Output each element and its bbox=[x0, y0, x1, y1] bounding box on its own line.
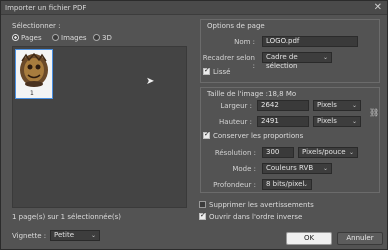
radio-pages-label: Pages bbox=[21, 34, 42, 42]
open-reverse-box[interactable] bbox=[199, 211, 206, 220]
crop-value: Cadre de sélection bbox=[266, 53, 298, 70]
suppress-warnings-label: Supprimer les avertissements bbox=[209, 201, 314, 209]
resolution-value: 300 bbox=[266, 148, 280, 156]
crop-select[interactable]: Cadre de sélection ⌄ bbox=[262, 52, 332, 70]
page-thumbnail[interactable]: 1 bbox=[15, 49, 53, 99]
width-unit-select[interactable]: Pixels ⌄ bbox=[313, 100, 361, 111]
chevron-down-icon: ⌄ bbox=[351, 118, 357, 125]
name-value: LOGO.pdf bbox=[266, 37, 300, 45]
radio-images-label: Images bbox=[61, 34, 87, 42]
page-thumbnails-panel[interactable]: 1 ➤ bbox=[12, 46, 187, 208]
resolution-unit-select[interactable]: Pixels/pouce ⌄ bbox=[298, 147, 358, 158]
constrain-checkbox[interactable]: Conserver les proportions bbox=[203, 130, 304, 140]
name-field[interactable]: LOGO.pdf bbox=[262, 36, 358, 47]
width-unit: Pixels bbox=[317, 101, 337, 109]
width-label: Largeur : bbox=[220, 102, 252, 110]
height-field[interactable]: 2491 bbox=[257, 116, 309, 127]
cancel-button[interactable]: Annuler bbox=[337, 232, 383, 245]
height-value: 2491 bbox=[261, 117, 279, 125]
resolution-label: Résolution : bbox=[214, 149, 256, 157]
depth-label: Profondeur : bbox=[213, 181, 256, 189]
resolution-field[interactable]: 300 bbox=[262, 147, 294, 158]
chevron-down-icon: ⌄ bbox=[351, 102, 357, 109]
import-pdf-dialog: Importer un fichier PDF ✕ Sélectionner :… bbox=[0, 0, 388, 250]
chevron-down-icon: ⌄ bbox=[322, 165, 328, 172]
name-label: Nom : bbox=[234, 38, 255, 46]
image-size-heading: Taille de l'image :18,8 Mo bbox=[207, 90, 297, 98]
resolution-unit: Pixels/pouce bbox=[302, 148, 346, 156]
height-unit-select[interactable]: Pixels ⌄ bbox=[313, 116, 361, 127]
smooth-label: Lissé bbox=[213, 68, 231, 76]
vignette-value: Petite bbox=[54, 231, 75, 239]
depth-select[interactable]: 8 bits/pixel ⌄ bbox=[262, 179, 312, 190]
mode-label: Mode : bbox=[232, 165, 256, 173]
open-reverse-label: Ouvrir dans l'ordre inverse bbox=[209, 213, 303, 221]
height-label: Hauteur : bbox=[219, 118, 252, 126]
width-field[interactable]: 2642 bbox=[257, 100, 309, 111]
chevron-down-icon: ⌄ bbox=[90, 232, 96, 239]
radio-3d-label: 3D bbox=[102, 34, 112, 42]
mode-select[interactable]: Couleurs RVB ⌄ bbox=[262, 163, 332, 174]
open-reverse-checkbox[interactable]: Ouvrir dans l'ordre inverse bbox=[199, 211, 303, 221]
thumbnail-page-number: 1 bbox=[30, 90, 34, 97]
chevron-down-icon: ⌄ bbox=[348, 149, 354, 156]
suppress-warnings-box[interactable] bbox=[199, 201, 206, 208]
select-label: Sélectionner : bbox=[12, 22, 61, 30]
radio-images-indicator[interactable] bbox=[52, 34, 59, 41]
mode-value: Couleurs RVB bbox=[266, 164, 314, 172]
constrain-label: Conserver les proportions bbox=[213, 132, 304, 140]
window-title: Importer un fichier PDF bbox=[5, 4, 87, 12]
chevron-down-icon: ⌄ bbox=[302, 181, 308, 188]
close-icon[interactable]: ✕ bbox=[374, 2, 382, 14]
selection-status: 1 page(s) sur 1 sélectionnée(s) bbox=[12, 213, 121, 221]
radio-3d[interactable]: 3D bbox=[93, 34, 112, 42]
vignette-label: Vignette : bbox=[12, 232, 47, 240]
mouse-cursor-icon: ➤ bbox=[146, 76, 155, 87]
ok-button[interactable]: OK bbox=[286, 232, 332, 245]
title-bar[interactable]: Importer un fichier PDF ✕ bbox=[1, 1, 387, 15]
smooth-checkbox-box[interactable] bbox=[203, 66, 210, 75]
page-options-heading: Options de page bbox=[207, 22, 265, 30]
suppress-warnings-checkbox[interactable]: Supprimer les avertissements bbox=[199, 201, 314, 209]
chain-link-icon[interactable]: ⛓ bbox=[369, 108, 379, 117]
height-unit: Pixels bbox=[317, 117, 337, 125]
smooth-checkbox[interactable]: Lissé bbox=[203, 66, 231, 76]
constrain-checkbox-box[interactable] bbox=[203, 130, 210, 139]
width-value: 2642 bbox=[261, 101, 279, 109]
radio-pages-indicator[interactable] bbox=[12, 34, 19, 41]
radio-pages[interactable]: Pages bbox=[12, 34, 42, 42]
vignette-select[interactable]: Petite ⌄ bbox=[50, 230, 100, 241]
logo-thumbnail-image bbox=[20, 52, 48, 87]
depth-value: 8 bits/pixel bbox=[266, 180, 305, 188]
chevron-down-icon: ⌄ bbox=[322, 54, 328, 61]
radio-images[interactable]: Images bbox=[52, 34, 87, 42]
radio-3d-indicator[interactable] bbox=[93, 34, 100, 41]
